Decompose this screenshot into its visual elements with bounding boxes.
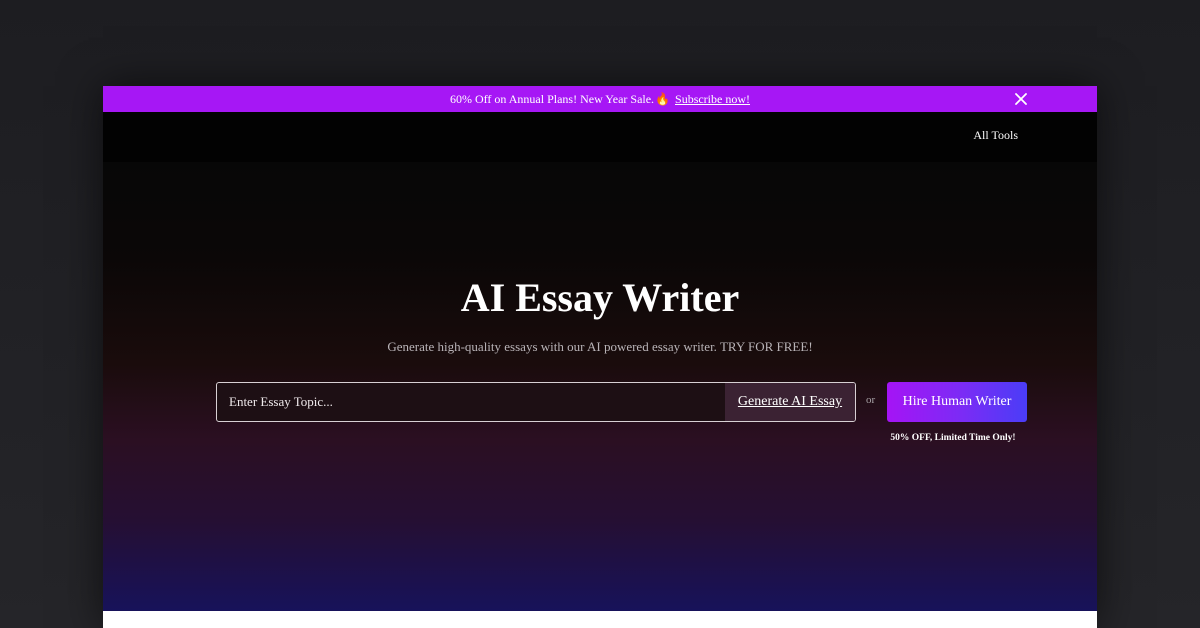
essay-topic-form: Generate AI Essay	[216, 382, 856, 422]
or-separator: or	[866, 394, 876, 406]
hero-section: AI Essay Writer Generate high-quality es…	[103, 162, 1097, 611]
generate-essay-button[interactable]: Generate AI Essay	[725, 383, 855, 421]
promo-banner: 60% Off on Annual Plans! New Year Sale.🔥…	[103, 86, 1097, 112]
hero-subtitle: Generate high-quality essays with our AI…	[387, 339, 813, 354]
discount-note: 50% OFF, Limited Time Only!	[890, 433, 1016, 443]
nav-all-tools[interactable]: All Tools	[973, 128, 1018, 143]
essay-topic-input[interactable]	[217, 383, 722, 421]
top-navbar: All Tools	[103, 112, 1097, 162]
page-title: AI Essay Writer	[460, 275, 740, 320]
subscribe-link[interactable]: Subscribe now!	[675, 92, 750, 106]
close-icon[interactable]	[1013, 91, 1029, 107]
hire-writer-button[interactable]: Hire Human Writer	[887, 382, 1027, 422]
content-section-top	[103, 611, 1097, 628]
fire-icon: 🔥	[655, 91, 671, 106]
promo-text: 60% Off on Annual Plans! New Year Sale.🔥…	[450, 92, 750, 107]
browser-viewport: 60% Off on Annual Plans! New Year Sale.🔥…	[103, 86, 1097, 628]
promo-message: 60% Off on Annual Plans! New Year Sale.	[449, 91, 655, 106]
